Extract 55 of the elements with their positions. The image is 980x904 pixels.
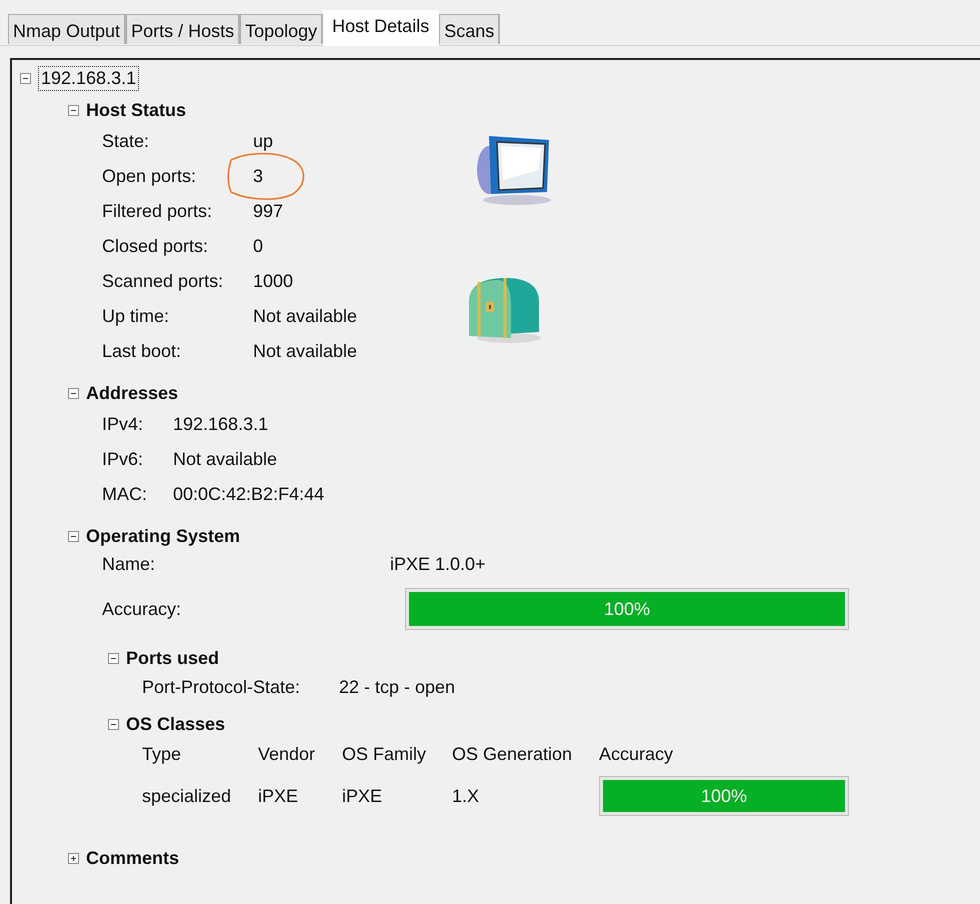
field-value: 1000 — [253, 271, 294, 292]
field-value: iPXE 1.0.0+ — [390, 554, 486, 574]
progress-text: 100% — [700, 786, 748, 806]
field-value: 3 — [253, 166, 264, 187]
collapse-icon[interactable] — [20, 72, 31, 84]
field-label: Up time: — [102, 306, 170, 327]
field-label: MAC: — [102, 484, 148, 505]
field-label: Scanned ports: — [102, 271, 224, 292]
tab[interactable]: Host Details — [323, 10, 440, 46]
field-value: 192.168.3.1 — [173, 414, 268, 435]
tab[interactable]: Nmap Output — [8, 14, 126, 44]
progress-text: 100% — [604, 598, 650, 620]
column-header: OS Generation — [452, 744, 574, 764]
field-label: Open ports: — [102, 166, 198, 187]
section-title[interactable]: Host Status — [86, 100, 186, 120]
field-label: State: — [102, 131, 150, 152]
field-value: Not available — [253, 306, 358, 327]
field-value: 997 — [253, 201, 284, 222]
collapse-icon[interactable] — [108, 718, 119, 730]
collapse-icon[interactable] — [68, 104, 79, 116]
field-label: IPv6: — [102, 449, 144, 470]
tab[interactable]: Ports / Hosts — [126, 14, 240, 44]
column-header: Type — [142, 744, 182, 764]
field-value: Not available — [173, 449, 278, 470]
section-title[interactable]: Operating System — [86, 526, 240, 546]
column-header: Accuracy — [599, 744, 674, 764]
field-label: Filtered ports: — [102, 201, 214, 222]
field-value: Not available — [253, 341, 358, 362]
column-header: Vendor — [258, 744, 316, 764]
collapse-icon[interactable] — [68, 388, 79, 398]
field-label: Accuracy: — [102, 598, 182, 620]
field-value: 22 - tcp - open — [339, 676, 456, 698]
column-header: OS Family — [342, 744, 428, 764]
field-label: Closed ports: — [102, 236, 210, 257]
section-title[interactable]: OS Classes — [126, 714, 226, 734]
tab[interactable]: Topology — [240, 14, 324, 44]
collapse-icon[interactable] — [108, 652, 119, 664]
table-cell-text: iPXE — [342, 786, 384, 806]
tab[interactable]: Scans — [439, 14, 500, 44]
section-title[interactable]: Addresses — [86, 382, 178, 404]
table-cell-text: 1.X — [452, 786, 480, 806]
tree-item[interactable]: 192.168.3.1 — [38, 66, 140, 90]
field-value: up — [253, 131, 274, 152]
section-title[interactable]: Ports used — [126, 648, 220, 668]
expand-icon[interactable] — [68, 852, 79, 864]
collapse-icon[interactable] — [68, 530, 79, 542]
table-cell-text: iPXE — [258, 786, 300, 806]
field-label: Last boot: — [102, 341, 182, 362]
section-title[interactable]: Comments — [86, 848, 180, 868]
table-cell-text: specialized — [142, 786, 232, 806]
field-label: Port-Protocol-State: — [142, 676, 302, 698]
field-value: 00:0C:42:B2:F4:44 — [173, 484, 324, 505]
field-value: 0 — [253, 236, 264, 257]
field-label: IPv4: — [102, 414, 144, 435]
field-label: Name: — [102, 554, 156, 574]
